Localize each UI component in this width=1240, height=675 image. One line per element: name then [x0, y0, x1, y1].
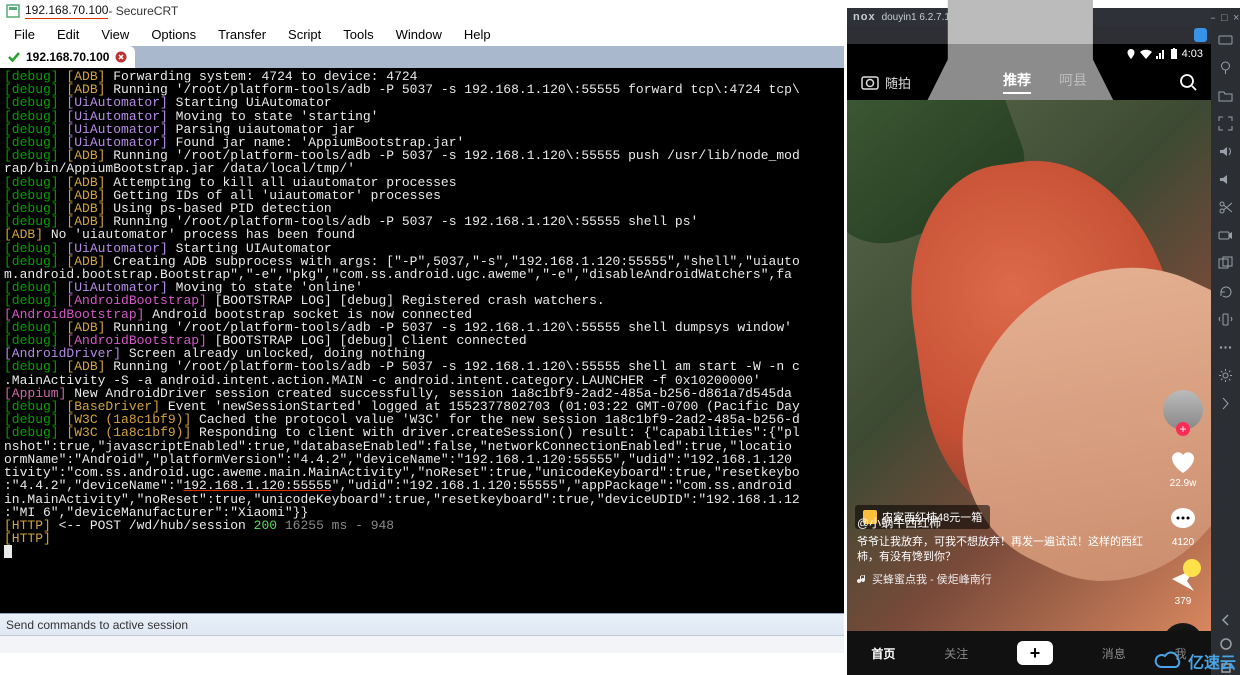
- comment-button[interactable]: 4120: [1168, 505, 1198, 548]
- menubar: File Edit View Options Transfer Script T…: [0, 22, 844, 46]
- settings-icon[interactable]: [1215, 364, 1237, 386]
- heart-icon: [1168, 446, 1198, 476]
- tabbar: 192.168.70.100: [0, 46, 844, 68]
- chevrons-icon[interactable]: [1215, 392, 1237, 414]
- android-statusbar: 4:03: [847, 44, 1211, 64]
- nav-follow[interactable]: 关注: [944, 645, 968, 662]
- right-action-bar: + 22.9w 4120 379: [1163, 390, 1203, 631]
- video-caption: @小蜗牛西红柿 爷爷让我放弃，可我不想放弃！再发一遍试试！这样的西红柿，有没有馋…: [857, 514, 1151, 587]
- menu-file[interactable]: File: [4, 25, 45, 44]
- nav-msg[interactable]: 消息: [1102, 645, 1126, 662]
- volume-up-icon[interactable]: [1215, 140, 1237, 162]
- author-name[interactable]: @小蜗牛西红柿: [857, 514, 1151, 531]
- music-note-icon: [857, 574, 868, 585]
- check-icon: [8, 51, 20, 63]
- like-count: 22.9w: [1170, 478, 1197, 489]
- comment-icon: [1168, 505, 1198, 535]
- window-controls: – □ ×: [1209, 10, 1240, 22]
- send-command-bar[interactable]: Send commands to active session: [0, 613, 844, 635]
- title-app: - SecureCRT: [108, 4, 178, 18]
- securecrt-window: 192.168.70.100 - SecureCRT File Edit Vie…: [0, 0, 844, 675]
- record-icon[interactable]: [1215, 224, 1237, 246]
- blue-app-icon[interactable]: [1194, 28, 1207, 42]
- window-titlebar[interactable]: 192.168.70.100 - SecureCRT: [0, 0, 844, 22]
- clock: 4:03: [1182, 48, 1203, 60]
- douyin-top-tabs: 随拍 推荐 呵县: [847, 64, 1211, 100]
- battery-icon: [1170, 48, 1178, 60]
- title-host: 192.168.70.100: [25, 3, 108, 19]
- follow-plus-icon[interactable]: +: [1176, 422, 1190, 436]
- folder-icon[interactable]: [1215, 84, 1237, 106]
- camera-icon[interactable]: [861, 74, 879, 90]
- bottom-edge: [0, 653, 844, 675]
- menu-script[interactable]: Script: [278, 25, 331, 44]
- terminal-output[interactable]: [debug] [ADB] Forwarding system: 4724 to…: [0, 68, 844, 613]
- tab-label: 192.168.70.100: [26, 50, 109, 64]
- video-area[interactable]: + 22.9w 4120 379 农家西红柿48元一箱: [847, 100, 1211, 631]
- watermark-text: 亿速云: [1188, 649, 1236, 673]
- fullscreen-icon[interactable]: [1215, 112, 1237, 134]
- device-screen: nox douyin1 6.2.7.1 Android 4 4:03 随拍: [847, 8, 1211, 675]
- location2-icon[interactable]: [1215, 56, 1237, 78]
- session-tab[interactable]: 192.168.70.100: [0, 46, 135, 68]
- caption-text: 爷爷让我放弃，可我不想放弃！再发一遍试试！这样的西红柿，有没有馋到你？: [857, 535, 1151, 565]
- emulator-sidebar: – □ ×: [1211, 8, 1240, 675]
- rotate-icon[interactable]: [1215, 280, 1237, 302]
- menu-options[interactable]: Options: [141, 25, 206, 44]
- menu-transfer[interactable]: Transfer: [208, 25, 276, 44]
- statusbar: [0, 635, 844, 653]
- more-icon[interactable]: [1215, 336, 1237, 358]
- song-text: 买蜂蜜点我 - 侯炬峰南行: [872, 571, 992, 587]
- max-icon[interactable]: □: [1221, 12, 1230, 21]
- song-info[interactable]: 买蜂蜜点我 - 侯炬峰南行: [857, 571, 1151, 587]
- cloud-icon: [1154, 651, 1184, 671]
- author-avatar[interactable]: +: [1163, 390, 1203, 430]
- location-icon: [1126, 49, 1136, 59]
- close-icon[interactable]: ×: [1233, 12, 1240, 21]
- like-button[interactable]: 22.9w: [1168, 446, 1198, 489]
- watermark: 亿速云: [1154, 649, 1236, 673]
- menu-view[interactable]: View: [91, 25, 139, 44]
- signal-icon: [1156, 49, 1166, 59]
- multi-window-icon[interactable]: [1215, 252, 1237, 274]
- menu-edit[interactable]: Edit: [47, 25, 89, 44]
- shake-icon[interactable]: [1215, 308, 1237, 330]
- back-softkey[interactable]: [1219, 613, 1233, 627]
- menu-tools[interactable]: Tools: [333, 25, 383, 44]
- search-icon[interactable]: [1179, 73, 1197, 91]
- tab-suipai[interactable]: 随拍: [885, 73, 911, 92]
- send-command-placeholder: Send commands to active session: [6, 618, 188, 632]
- close-tab-icon[interactable]: [115, 51, 127, 63]
- keyboard-icon[interactable]: [1215, 28, 1237, 50]
- menu-help[interactable]: Help: [454, 25, 501, 44]
- yellow-bubble[interactable]: [1183, 559, 1201, 577]
- share-count: 379: [1175, 596, 1192, 607]
- emulator-toolbar: [847, 26, 1211, 44]
- wifi-icon: [1140, 49, 1152, 59]
- scissors-icon[interactable]: [1215, 196, 1237, 218]
- menu-window[interactable]: Window: [386, 25, 452, 44]
- tab-hexian[interactable]: 呵县: [1059, 70, 1087, 94]
- comment-count: 4120: [1172, 537, 1194, 548]
- app-icon: [6, 4, 20, 18]
- volume-down-icon[interactable]: [1215, 168, 1237, 190]
- nav-home[interactable]: 首页: [871, 645, 895, 662]
- music-disc[interactable]: [1163, 623, 1203, 631]
- tab-tuijian[interactable]: 推荐: [1003, 70, 1031, 94]
- nox-emulator: nox douyin1 6.2.7.1 Android 4 4:03 随拍: [847, 8, 1240, 675]
- nav-plus-button[interactable]: +: [1017, 641, 1053, 665]
